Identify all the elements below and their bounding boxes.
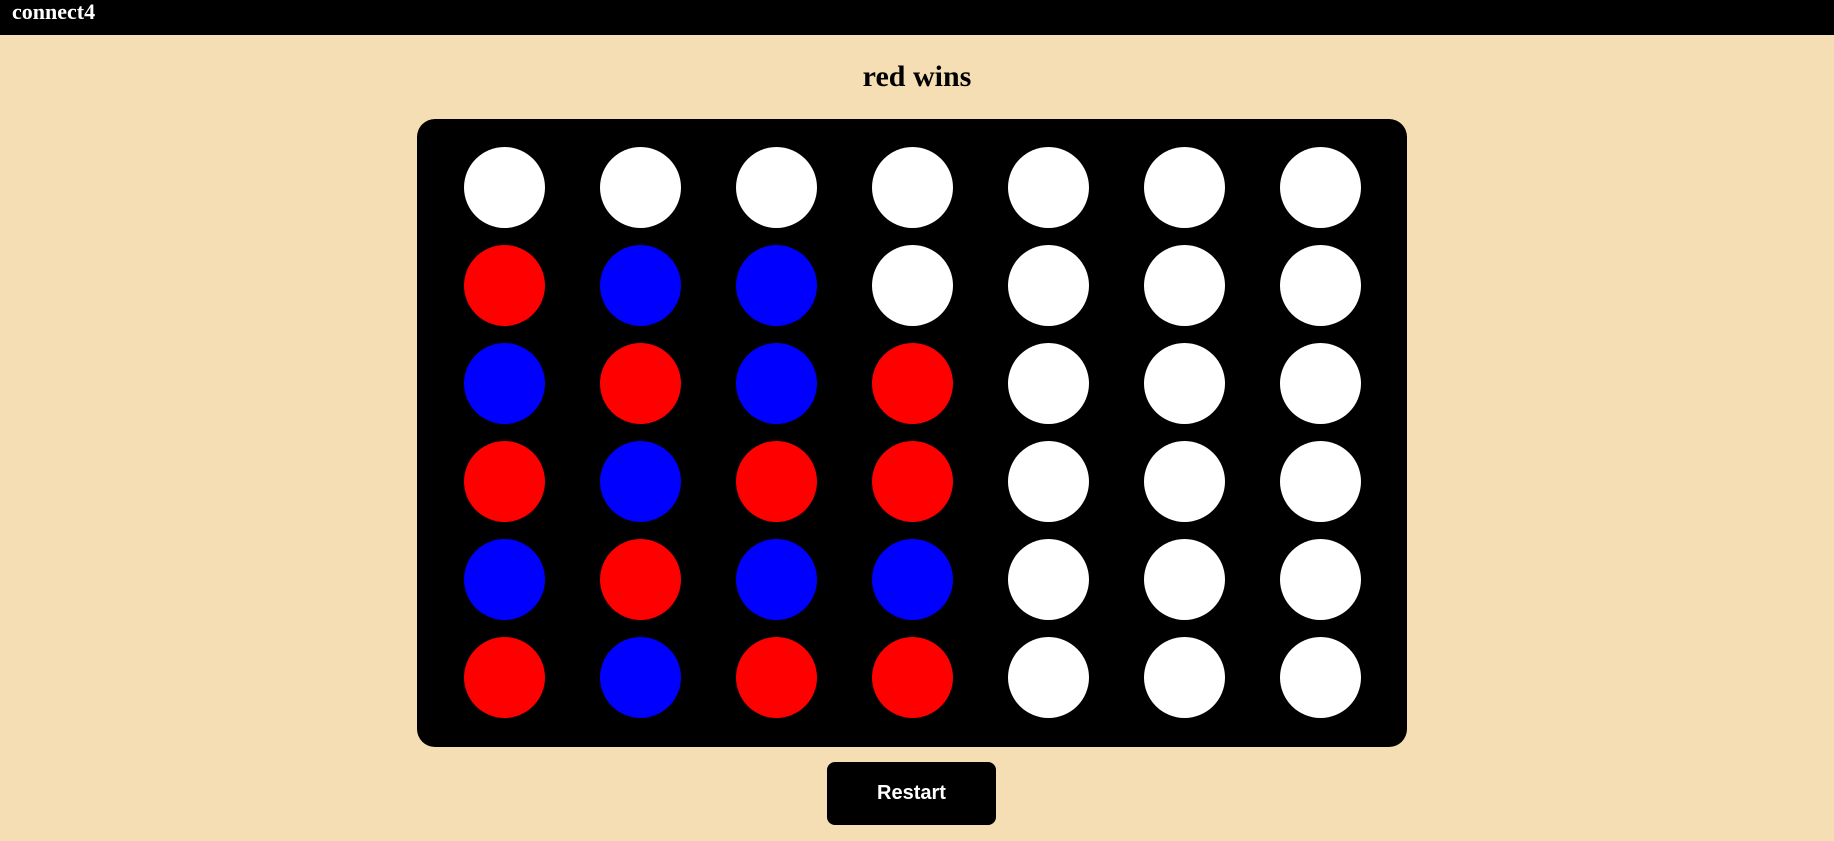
board-cell-r6-c7-empty[interactable] [1280,637,1361,718]
board-cell-r2-c2-blue[interactable] [600,245,681,326]
board-cell-r3-c2-red[interactable] [600,343,681,424]
board-cell-r1-c3-empty[interactable] [736,147,817,228]
board-cell-r3-c4-red[interactable] [872,343,953,424]
board-cell-r2-c4-empty[interactable] [872,245,953,326]
board-cell-r2-c7-empty[interactable] [1280,245,1361,326]
game-status: red wins [862,60,972,93]
board-cell-r6-c2-blue[interactable] [600,637,681,718]
game-board [417,119,1407,747]
board-cell-r4-c4-red[interactable] [872,441,953,522]
board-cell-r4-c6-empty[interactable] [1144,441,1225,522]
board-cell-r3-c6-empty[interactable] [1144,343,1225,424]
board-cell-r5-c1-blue[interactable] [464,539,545,620]
board-cell-r5-c2-red[interactable] [600,539,681,620]
board-cell-r6-c3-red[interactable] [736,637,817,718]
restart-button[interactable]: Restart [827,762,996,825]
board-cell-r3-c1-blue[interactable] [464,343,545,424]
board-cell-r5-c4-blue[interactable] [872,539,953,620]
board-cell-r5-c3-blue[interactable] [736,539,817,620]
board-cell-r1-c1-empty[interactable] [464,147,545,228]
board-cell-r2-c6-empty[interactable] [1144,245,1225,326]
board-cell-r6-c5-empty[interactable] [1008,637,1089,718]
board-cell-r6-c1-red[interactable] [464,637,545,718]
board-cell-r4-c7-empty[interactable] [1280,441,1361,522]
board-cell-r2-c3-blue[interactable] [736,245,817,326]
board-cell-r6-c4-red[interactable] [872,637,953,718]
board-cell-r1-c6-empty[interactable] [1144,147,1225,228]
board-cell-r3-c7-empty[interactable] [1280,343,1361,424]
board-cell-r6-c6-empty[interactable] [1144,637,1225,718]
board-cell-r4-c1-red[interactable] [464,441,545,522]
board-cell-r1-c2-empty[interactable] [600,147,681,228]
board-cell-r5-c7-empty[interactable] [1280,539,1361,620]
board-cell-r2-c1-red[interactable] [464,245,545,326]
board-cell-r3-c5-empty[interactable] [1008,343,1089,424]
board-cell-r4-c2-blue[interactable] [600,441,681,522]
top-bar: connect4 [0,0,1834,35]
board-cell-r2-c5-empty[interactable] [1008,245,1089,326]
board-cell-r5-c6-empty[interactable] [1144,539,1225,620]
board-cell-r1-c5-empty[interactable] [1008,147,1089,228]
board-cell-r3-c3-blue[interactable] [736,343,817,424]
board-cell-r1-c7-empty[interactable] [1280,147,1361,228]
board-cell-r5-c5-empty[interactable] [1008,539,1089,620]
board-cell-r1-c4-empty[interactable] [872,147,953,228]
board-cell-r4-c5-empty[interactable] [1008,441,1089,522]
board-cell-r4-c3-red[interactable] [736,441,817,522]
app-title: connect4 [12,0,96,24]
